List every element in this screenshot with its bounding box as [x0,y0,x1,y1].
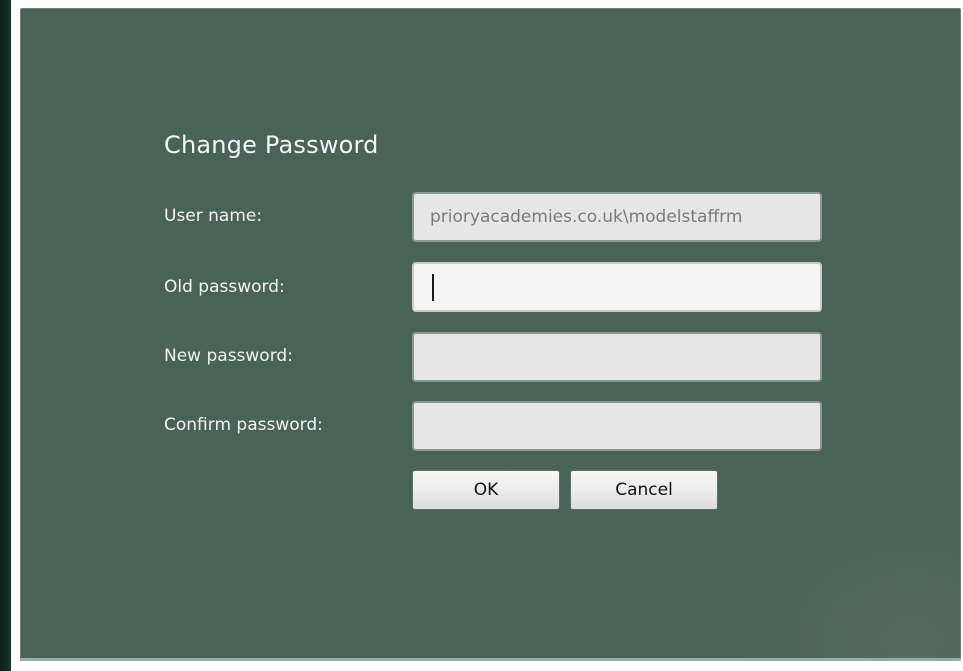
text-caret [432,274,434,301]
panel-bottom-edge [20,658,961,661]
confirm-password-label: Confirm password: [164,415,323,435]
old-password-label: Old password: [164,277,285,297]
old-password-field[interactable] [412,262,822,312]
new-password-field[interactable] [412,332,822,382]
screen-background: Change Password User name: prioryacademi… [11,0,963,671]
user-name-value: prioryacademies.co.uk\modelstaffrm [430,207,743,227]
user-name-field[interactable]: prioryacademies.co.uk\modelstaffrm [412,192,822,242]
change-password-dialog: Change Password User name: prioryacademi… [20,8,961,660]
panel-sheen [730,499,960,659]
user-name-label: User name: [164,206,263,226]
ok-button[interactable]: OK [412,470,560,510]
dialog-title: Change Password [164,131,379,159]
confirm-password-field[interactable] [412,401,822,451]
cancel-button[interactable]: Cancel [570,470,718,510]
new-password-label: New password: [164,346,293,366]
background-edge [0,0,11,671]
